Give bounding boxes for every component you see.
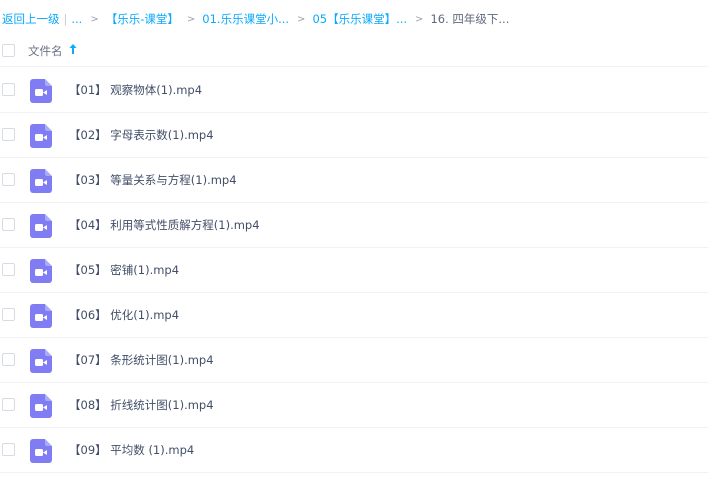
video-file-icon xyxy=(30,304,52,328)
video-file-icon xyxy=(30,214,52,238)
video-file-icon xyxy=(30,79,52,103)
file-list-header: 文件名 xyxy=(0,36,708,67)
row-checkbox[interactable] xyxy=(2,83,15,96)
name-column-header[interactable]: 文件名 xyxy=(28,43,63,59)
file-name[interactable]: 【03】 等量关系与方程(1).mp4 xyxy=(69,172,237,188)
chevron-right-icon: > xyxy=(90,13,99,25)
breadcrumb-divider: | xyxy=(63,12,68,26)
breadcrumb-current: 16. 四年级下... xyxy=(430,12,510,26)
file-name[interactable]: 【04】 利用等式性质解方程(1).mp4 xyxy=(69,217,260,233)
file-row[interactable]: 【06】 优化(1).mp4 xyxy=(0,293,708,338)
video-file-icon xyxy=(30,169,52,193)
chevron-right-icon: > xyxy=(415,13,424,25)
breadcrumb-item-2[interactable]: 01.乐乐课堂小... xyxy=(202,11,289,27)
file-row[interactable]: 【07】 条形统计图(1).mp4 xyxy=(0,338,708,383)
back-link[interactable]: 返回上一级 xyxy=(2,11,60,27)
file-name[interactable]: 【05】 密铺(1).mp4 xyxy=(69,262,179,278)
video-file-icon xyxy=(30,439,52,463)
file-row[interactable]: 【04】 利用等式性质解方程(1).mp4 xyxy=(0,203,708,248)
file-row[interactable]: 【09】 平均数 (1).mp4 xyxy=(0,428,708,473)
row-checkbox[interactable] xyxy=(2,173,15,186)
video-file-icon xyxy=(30,349,52,373)
file-row[interactable]: 【08】 折线统计图(1).mp4 xyxy=(0,383,708,428)
breadcrumb-ellipsis[interactable]: ... xyxy=(71,12,82,26)
breadcrumb: 返回上一级 | ... > 【乐乐-课堂】 > 01.乐乐课堂小... > 05… xyxy=(2,10,509,28)
row-checkbox[interactable] xyxy=(2,263,15,276)
row-checkbox[interactable] xyxy=(2,353,15,366)
file-name[interactable]: 【02】 字母表示数(1).mp4 xyxy=(69,127,214,143)
breadcrumb-item-1[interactable]: 【乐乐-课堂】 xyxy=(106,11,179,27)
file-row[interactable]: 【05】 密铺(1).mp4 xyxy=(0,248,708,293)
select-all-checkbox[interactable] xyxy=(2,44,15,57)
chevron-right-icon: > xyxy=(186,13,196,25)
file-row[interactable]: 【03】 等量关系与方程(1).mp4 xyxy=(0,158,708,203)
file-name[interactable]: 【01】 观察物体(1).mp4 xyxy=(69,82,202,98)
video-file-icon xyxy=(30,259,52,283)
row-checkbox[interactable] xyxy=(2,308,15,321)
file-name[interactable]: 【07】 条形统计图(1).mp4 xyxy=(69,352,214,368)
file-name[interactable]: 【09】 平均数 (1).mp4 xyxy=(69,442,194,458)
file-name[interactable]: 【08】 折线统计图(1).mp4 xyxy=(69,397,214,413)
video-file-icon xyxy=(30,124,52,148)
file-list: 【01】 观察物体(1).mp4 【02】 字母表示数(1).mp4 【03】 等量… xyxy=(0,68,708,473)
sort-ascending-icon[interactable] xyxy=(68,42,78,56)
video-file-icon xyxy=(30,394,52,418)
file-name[interactable]: 【06】 优化(1).mp4 xyxy=(69,307,179,323)
breadcrumb-item-3[interactable]: 05【乐乐课堂】... xyxy=(312,11,407,27)
file-row[interactable]: 【02】 字母表示数(1).mp4 xyxy=(0,113,708,158)
row-checkbox[interactable] xyxy=(2,443,15,456)
row-checkbox[interactable] xyxy=(2,128,15,141)
row-checkbox[interactable] xyxy=(2,218,15,231)
file-row[interactable]: 【01】 观察物体(1).mp4 xyxy=(0,68,708,113)
chevron-right-icon: > xyxy=(297,13,306,25)
row-checkbox[interactable] xyxy=(2,398,15,411)
